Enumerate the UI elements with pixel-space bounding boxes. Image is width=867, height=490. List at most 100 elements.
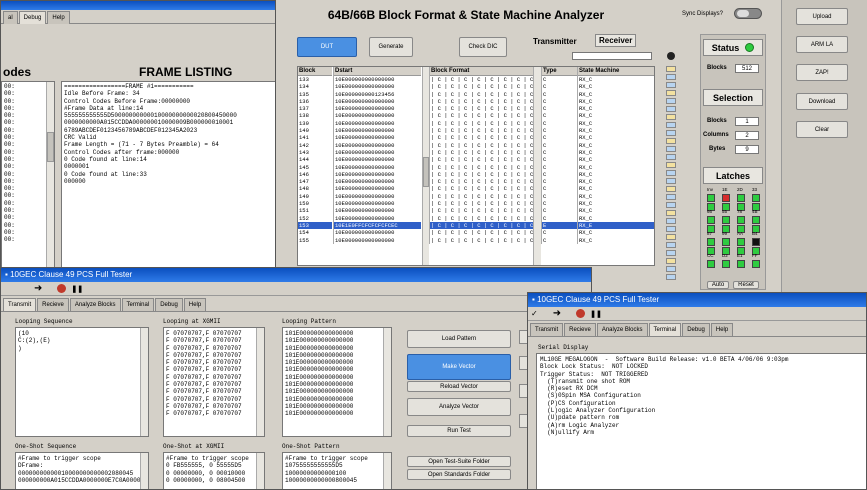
dstart-cell[interactable]: 10E000000000000000 xyxy=(334,229,421,236)
block-number-cell[interactable]: 154 xyxy=(298,229,332,236)
block-number-cell[interactable]: 151 xyxy=(298,207,332,214)
looping-xgmii-input[interactable]: F 07070707,F 07070707 F 07070707,F 070707… xyxy=(163,327,265,437)
tab-debug[interactable]: Debug xyxy=(18,11,47,24)
dstart-cell[interactable]: 10E000000000000000 xyxy=(334,156,421,163)
block-number-cell[interactable]: 152 xyxy=(298,215,332,222)
looping-pattern-scrollbar[interactable] xyxy=(383,328,391,436)
dstart-cell[interactable]: 10E000000000000000 xyxy=(334,98,421,105)
codes-list[interactable]: 00: 00: 00: 00: 00: 00: 00: 00: 00: 00: 00: 00: 00: 0… xyxy=(1,81,55,267)
format-cell[interactable]: | C | C | C | C | C | C | C | C | xyxy=(430,91,533,98)
state-cell[interactable]: RX_C xyxy=(578,207,654,214)
dstart-cell[interactable]: 10E000000000000000 xyxy=(334,142,421,149)
stop-icon[interactable] xyxy=(576,309,586,318)
oneshot-pattern-input[interactable]: #Frame to trigger scope 10755555555555D5 1… xyxy=(282,452,392,489)
block-number-cell[interactable]: 149 xyxy=(298,193,332,200)
format-cell[interactable]: | C | C | C | C | C | C | C | C | xyxy=(430,237,533,244)
tab-analyze-blocks[interactable]: Analyze Blocks xyxy=(596,323,648,336)
format-cell[interactable]: | C | C | C | C | C | C | C | C | xyxy=(430,200,533,207)
latch-led-icon[interactable] xyxy=(707,194,715,202)
block-number-cell[interactable]: 148 xyxy=(298,185,332,192)
block-number-cell[interactable]: 146 xyxy=(298,171,332,178)
analyze-vector-button[interactable]: Analyze Vector xyxy=(407,398,511,416)
format-cell[interactable]: | C | C | C | C | C | C | C | C | xyxy=(430,193,533,200)
run-arrow-icon[interactable]: ➜ xyxy=(34,283,42,294)
format-cell[interactable]: | C | C | C | C | C | C | C | C | xyxy=(430,98,533,105)
receiver-field[interactable] xyxy=(572,52,652,60)
format-cell[interactable]: | C | C | C | C | C | C | C | C | xyxy=(430,83,533,90)
format-cell[interactable]: | C | C | C | C | C | C | C | C | xyxy=(430,171,533,178)
type-cell[interactable]: C xyxy=(542,156,577,163)
tab-help[interactable]: Help xyxy=(183,298,207,311)
check-icon[interactable]: ✓ xyxy=(531,309,538,318)
state-cell[interactable]: RX_C xyxy=(578,171,654,178)
latch-led-icon[interactable] xyxy=(722,238,730,246)
looping-sequence-scrollbar[interactable] xyxy=(140,328,148,436)
upload-button[interactable]: Upload xyxy=(796,8,848,25)
oneshot-xgmii-scrollbar[interactable] xyxy=(256,453,264,489)
download-button[interactable]: Download xyxy=(796,93,848,110)
block-number-cell[interactable]: 141 xyxy=(298,134,332,141)
sync-displays-toggle[interactable] xyxy=(734,8,762,19)
type-cell[interactable]: C xyxy=(542,91,577,98)
run-arrow-icon[interactable]: ➜ xyxy=(553,308,561,319)
state-cell[interactable]: RX_C xyxy=(578,91,654,98)
dstart-cell[interactable]: 10E000000000000000 xyxy=(334,207,421,214)
format-cell[interactable]: | C | C | C | C | C | C | C | C | xyxy=(430,134,533,141)
block-number-cell[interactable]: 144 xyxy=(298,156,332,163)
format-cell[interactable]: | C | C | C | C | C | C | C | C | xyxy=(430,215,533,222)
type-cell[interactable]: C xyxy=(542,237,577,244)
tab-help[interactable]: Help xyxy=(710,323,734,336)
dstart-cell[interactable]: 10E000000000000000 xyxy=(334,83,421,90)
tab-transmit[interactable]: Transmit xyxy=(3,298,37,311)
latch-led-icon[interactable] xyxy=(752,238,760,246)
latch-led-icon[interactable] xyxy=(707,238,715,246)
block-number-cell[interactable]: 134 xyxy=(298,83,332,90)
state-cell[interactable]: RX_C xyxy=(578,98,654,105)
state-cell[interactable]: RX_C xyxy=(578,229,654,236)
block-number-cell[interactable]: 136 xyxy=(298,98,332,105)
tab-transmit[interactable]: Transmit xyxy=(530,323,564,336)
serial-display[interactable]: ML10GE MEGALOGON - Software Build Releas… xyxy=(536,353,866,489)
tab-receiver[interactable]: Receiver xyxy=(595,34,637,47)
open-standards-folder-button[interactable]: Open Standards Folder xyxy=(407,469,511,480)
format-cell[interactable]: | C | C | C | C | C | C | C | C | xyxy=(430,185,533,192)
pause-icon[interactable]: ❚❚ xyxy=(71,285,83,293)
type-cell[interactable]: C xyxy=(542,193,577,200)
tester-titlebar[interactable]: ▪ 10GEC Clause 49 PCS Full Tester xyxy=(1,268,591,282)
type-cell[interactable]: C xyxy=(542,142,577,149)
block-grid[interactable]: Block 133 134 135 136 137 138 139 140 141 142 143 1… xyxy=(297,66,655,266)
dstart-cell[interactable]: 10E000000000000000 xyxy=(334,76,421,83)
run-test-button[interactable]: Run Test xyxy=(407,425,511,437)
terminal-titlebar[interactable]: ▪ 10GEC Clause 49 PCS Full Tester xyxy=(528,293,866,307)
latch-led-icon[interactable] xyxy=(707,216,715,224)
looping-xgmii-scrollbar[interactable] xyxy=(256,328,264,436)
tab-recieve[interactable]: Recieve xyxy=(564,323,596,336)
type-cell[interactable]: C xyxy=(542,185,577,192)
state-cell[interactable]: RX_C xyxy=(578,149,654,156)
state-cell[interactable]: RX_C xyxy=(578,83,654,90)
latch-led-icon[interactable] xyxy=(737,216,745,224)
dstart-cell[interactable]: 10E000000000000000 xyxy=(334,134,421,141)
codes-scrollbar[interactable] xyxy=(46,82,54,267)
selection-columns-value[interactable]: 2 xyxy=(735,131,759,140)
format-cell[interactable]: | C | C | C | C | C | C | C | C | xyxy=(430,142,533,149)
type-cell[interactable]: C xyxy=(542,207,577,214)
state-cell[interactable]: RX_C xyxy=(578,134,654,141)
format-cell[interactable]: | C | C | C | C | C | C | C | C | xyxy=(430,105,533,112)
format-cell[interactable]: | C | C | C | C | C | C | C | C | xyxy=(430,164,533,171)
state-cell[interactable]: RX_C xyxy=(578,185,654,192)
block-number-cell[interactable]: 145 xyxy=(298,164,332,171)
state-cell[interactable]: RX_C xyxy=(578,178,654,185)
zap-button[interactable]: ZAP! xyxy=(796,64,848,81)
type-cell[interactable]: C xyxy=(542,171,577,178)
dstart-cell[interactable]: 10E000000000000000 xyxy=(334,178,421,185)
clear-button[interactable]: Clear xyxy=(796,121,848,138)
oneshot-xgmii-input[interactable]: #Frame to trigger scope 0 FB555555, 0 555… xyxy=(163,452,265,489)
latch-led-icon[interactable] xyxy=(737,194,745,202)
frame-listing-titlebar[interactable] xyxy=(1,1,275,10)
format-cell[interactable]: | C | C | C | C | C | C | C | C | xyxy=(430,229,533,236)
oneshot-sequence-scrollbar[interactable] xyxy=(140,453,148,489)
block-number-cell[interactable]: 153 xyxy=(298,221,332,230)
type-cell[interactable]: C xyxy=(542,215,577,222)
type-cell[interactable]: C xyxy=(542,200,577,207)
